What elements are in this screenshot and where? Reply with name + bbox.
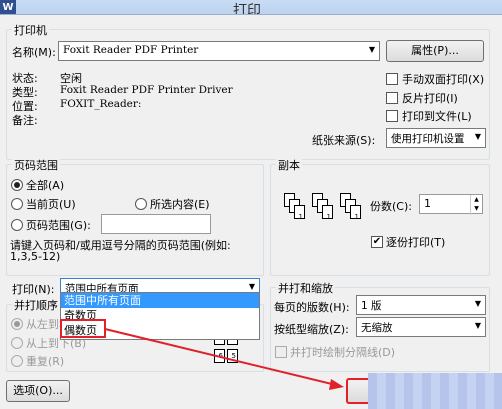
annotation-arrow-line — [104, 328, 337, 386]
arrow-head-icon — [329, 379, 344, 390]
highlight-box — [60, 319, 106, 338]
print-dialog: 打印机 名称(M): Foxit Reader PDF Printer ▼ 属性… — [0, 14, 502, 409]
annotation-overlay — [60, 319, 344, 390]
